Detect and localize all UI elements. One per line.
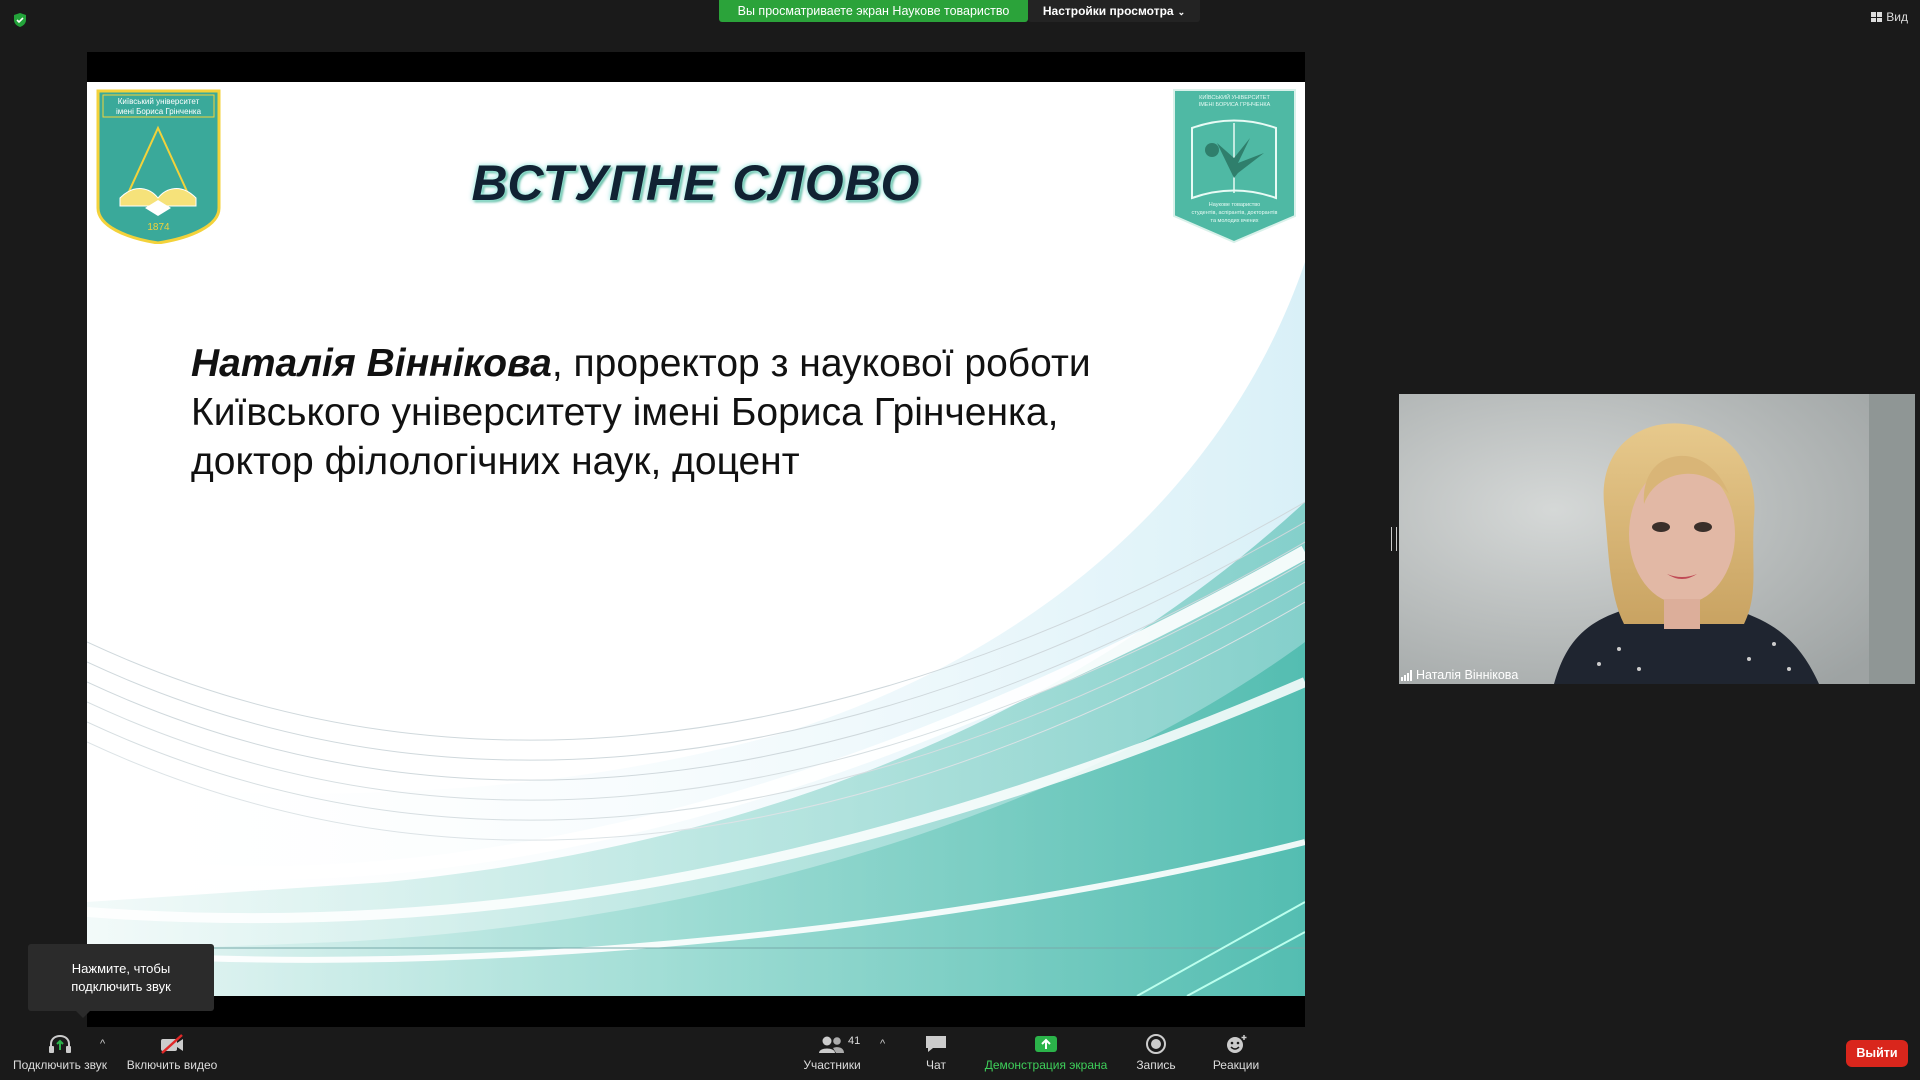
chat-label: Чат bbox=[926, 1058, 946, 1072]
reactions-icon bbox=[1206, 1033, 1266, 1055]
participants-count: 41 bbox=[848, 1035, 861, 1047]
view-settings-button[interactable]: Настройки просмотра ⌄ bbox=[1028, 0, 1200, 22]
chat-button[interactable]: Чат bbox=[916, 1033, 956, 1072]
svg-text:КИЇВСЬКИЙ УНІВЕРСИТЕТ: КИЇВСЬКИЙ УНІВЕРСИТЕТ bbox=[1199, 93, 1270, 101]
record-label: Запись bbox=[1136, 1058, 1176, 1072]
video-off-icon bbox=[122, 1033, 222, 1055]
share-screen-icon bbox=[980, 1033, 1112, 1055]
chat-icon bbox=[916, 1033, 956, 1055]
svg-text:ІМЕНІ БОРИСА ГРІНЧЕНКА: ІМЕНІ БОРИСА ГРІНЧЕНКА bbox=[1199, 102, 1271, 108]
record-button[interactable]: Запись bbox=[1128, 1033, 1184, 1072]
join-audio-label: Подключить звук bbox=[12, 1058, 108, 1072]
join-audio-button[interactable]: Подключить звук bbox=[8, 1033, 112, 1072]
participants-options-caret-icon[interactable]: ^ bbox=[880, 1038, 885, 1050]
tooltip-line-2: подключить звук bbox=[71, 979, 171, 994]
participant-video-image bbox=[1399, 394, 1915, 684]
leave-meeting-button[interactable]: Выйти bbox=[1846, 1040, 1908, 1067]
audio-options-caret-icon[interactable]: ^ bbox=[100, 1038, 105, 1050]
svg-text:імені Бориса Грінченка: імені Бориса Грінченка bbox=[116, 107, 202, 116]
headphones-icon bbox=[8, 1033, 112, 1055]
start-video-button[interactable]: Включить видео bbox=[122, 1033, 222, 1072]
speaker-name: Наталія Віннікова bbox=[191, 342, 552, 385]
participant-name-text: Наталія Віннікова bbox=[1416, 668, 1519, 682]
view-settings-label: Настройки просмотра bbox=[1042, 4, 1174, 18]
signal-strength-icon bbox=[1401, 669, 1412, 681]
reactions-button[interactable]: Реакции bbox=[1206, 1033, 1266, 1072]
slide-wave-background bbox=[87, 262, 1305, 996]
screen-share-banner: Вы просматриваете экран Наукове товарист… bbox=[719, 0, 1028, 22]
reactions-label: Реакции bbox=[1212, 1058, 1260, 1072]
view-button[interactable]: Вид bbox=[1871, 10, 1908, 24]
grid-view-icon bbox=[1871, 12, 1883, 22]
slide-line-2: Київського університету імені Бориса Грі… bbox=[191, 391, 1059, 434]
slide-body-text: Наталія Віннікова, проректор з наукової … bbox=[191, 339, 1271, 486]
svg-text:та молодих вчених: та молодих вчених bbox=[1211, 218, 1259, 224]
slide-line-1: Наталія Віннікова, проректор з наукової … bbox=[191, 339, 1271, 388]
slide-line-3: доктор філологічних наук, доцент bbox=[191, 440, 800, 483]
slide-title: ВСТУПНЕ СЛОВО bbox=[471, 155, 921, 211]
shield-icon[interactable] bbox=[12, 12, 28, 28]
presentation-slide: Київський університет імені Бориса Грінч… bbox=[87, 82, 1305, 996]
svg-text:1874: 1874 bbox=[147, 222, 170, 233]
join-audio-tooltip: Нажмите, чтобы подключить звук bbox=[28, 944, 214, 1018]
share-screen-label: Демонстрация экрана bbox=[984, 1058, 1108, 1072]
speaker-position: , проректор з наукової роботи bbox=[551, 342, 1091, 385]
start-video-label: Включить видео bbox=[126, 1058, 218, 1072]
share-screen-button[interactable]: Демонстрация экрана bbox=[980, 1033, 1112, 1072]
participants-label: Участники bbox=[803, 1058, 861, 1072]
panel-resize-handle[interactable] bbox=[1391, 527, 1397, 551]
chevron-down-icon: ⌄ bbox=[1177, 7, 1186, 17]
view-button-label: Вид bbox=[1886, 10, 1908, 24]
meeting-toolbar bbox=[0, 1028, 1920, 1080]
tooltip-line-1: Нажмите, чтобы bbox=[71, 961, 171, 976]
svg-text:Київський університет: Київський університет bbox=[118, 97, 200, 106]
participant-video-tile[interactable] bbox=[1399, 394, 1915, 684]
record-icon bbox=[1128, 1033, 1184, 1055]
participant-name-label: Наталія Віннікова bbox=[1401, 668, 1518, 682]
